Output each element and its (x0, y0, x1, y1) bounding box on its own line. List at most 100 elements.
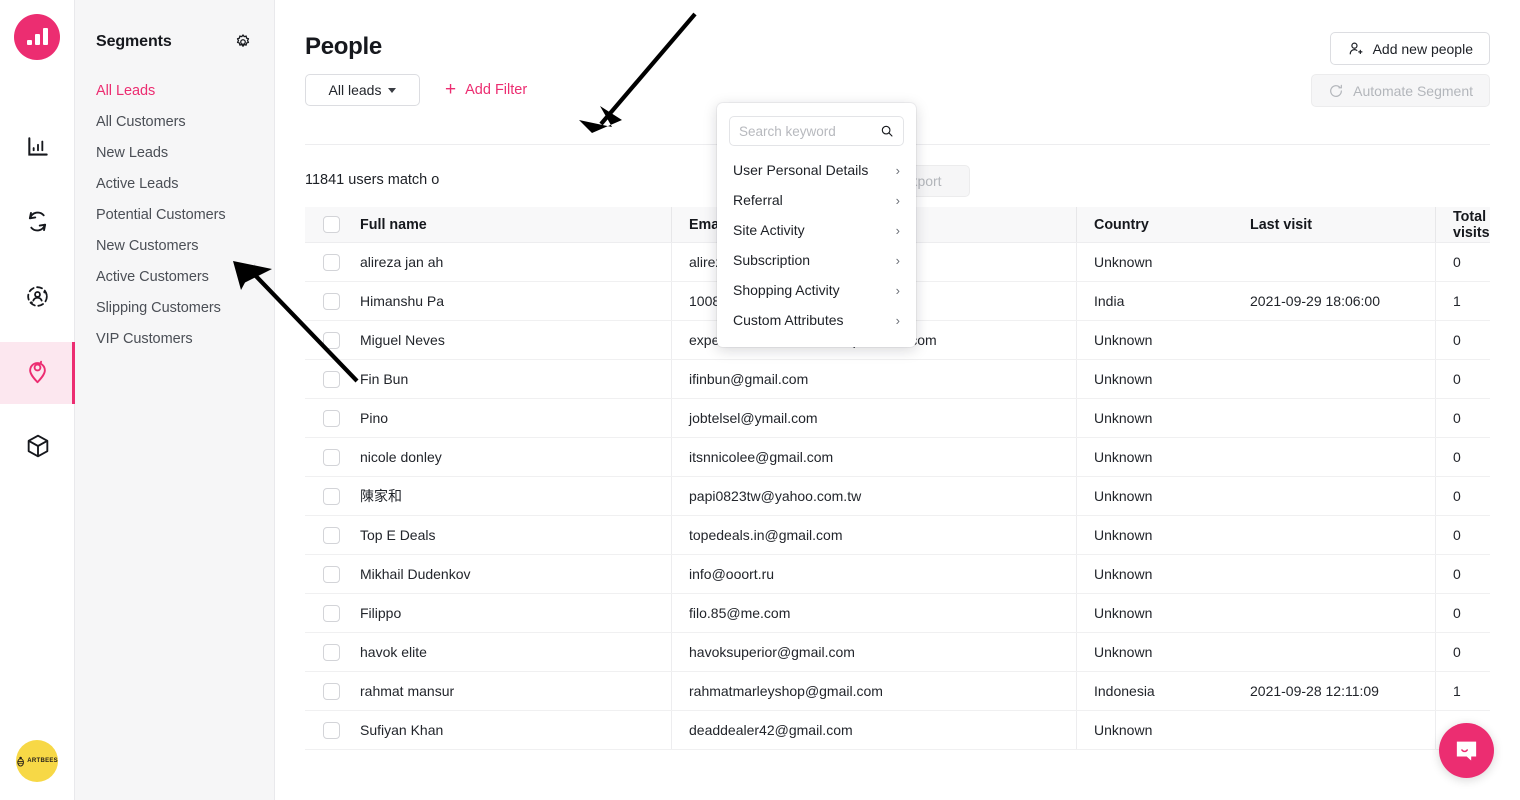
sync-refresh-icon (24, 208, 51, 240)
cell-full-name: Filippo (360, 605, 402, 621)
cell-total-visits: 0 (1435, 243, 1490, 281)
row-checkbox[interactable] (323, 643, 340, 661)
page-title: People (305, 33, 382, 60)
chevron-right-icon: › (895, 192, 900, 208)
filter-option-label: Subscription (733, 252, 811, 268)
add-filter-button[interactable]: + Add Filter (445, 80, 527, 99)
filter-option-label: Shopping Activity (733, 282, 840, 298)
table-row[interactable]: Sufiyan Khan deaddealer42@gmail.com Unknow… (305, 711, 1490, 750)
cell-email: papi0823tw@yahoo.com.tw (671, 477, 1076, 515)
search-input[interactable] (739, 123, 879, 139)
chevron-right-icon: › (895, 252, 900, 268)
intercom-launcher-button[interactable] (1439, 723, 1494, 778)
rail-item-products[interactable] (0, 417, 75, 479)
filter-option[interactable]: Referral › (717, 185, 916, 215)
cell-full-name: Sufiyan Khan (360, 722, 444, 738)
sidebar-item-active-leads[interactable]: Active Leads (96, 168, 253, 199)
gear-icon[interactable] (234, 33, 252, 51)
row-checkbox[interactable] (323, 292, 340, 310)
row-checkbox[interactable] (323, 253, 340, 271)
segments-title: Segments (96, 33, 172, 50)
column-header-country[interactable]: Country (1076, 207, 1233, 242)
select-all-cell (305, 216, 358, 233)
chevron-down-icon (388, 87, 397, 93)
rail-item-automation[interactable] (0, 193, 75, 255)
cell-full-name: nicole donley (360, 449, 442, 465)
filter-option[interactable]: Site Activity › (717, 215, 916, 245)
cell-full-name: alireza jan ah (360, 254, 444, 270)
cell-total-visits: 1 (1435, 282, 1490, 320)
row-checkbox[interactable] (323, 721, 340, 739)
table-row[interactable]: Filippo filo.85@me.com Unknown 0 (305, 594, 1490, 633)
column-header-full-name[interactable]: Full name (358, 217, 671, 233)
sidebar-item-vip-customers[interactable]: VIP Customers (96, 323, 253, 354)
users-match-summary: 11841 users match o (305, 172, 440, 188)
sidebar-item-new-leads[interactable]: New Leads (96, 137, 253, 168)
filter-option-label: Referral (733, 192, 783, 208)
table-row[interactable]: Mikhail Dudenkov info@ooort.ru Unknown 0 (305, 555, 1490, 594)
row-select-cell (305, 487, 358, 505)
row-select-cell (305, 565, 358, 583)
cell-country: India (1076, 282, 1233, 320)
cell-country: Unknown (1076, 321, 1233, 359)
row-checkbox[interactable] (323, 487, 340, 505)
rail-item-audience[interactable] (0, 268, 75, 330)
cell-full-name: havok elite (360, 644, 427, 660)
cube-box-icon (24, 432, 52, 465)
row-checkbox[interactable] (323, 526, 340, 544)
row-checkbox[interactable] (323, 331, 340, 349)
automate-segment-button[interactable]: Automate Segment (1311, 74, 1490, 107)
cell-last-visit: 2021-09-29 18:06:00 (1250, 293, 1380, 309)
segments-list: All Leads All Customers New Leads Active… (75, 75, 274, 354)
sidebar-item-new-customers[interactable]: New Customers (96, 230, 253, 261)
rail-item-analytics[interactable] (0, 118, 75, 180)
table-row[interactable]: havok elite havoksuperior@gmail.com Unknow… (305, 633, 1490, 672)
add-new-people-button[interactable]: Add new people (1329, 32, 1490, 65)
cell-total-visits: 0 (1435, 555, 1490, 593)
app-logo-icon[interactable] (14, 14, 60, 60)
rail-item-people[interactable] (0, 342, 75, 404)
sidebar-item-slipping-customers[interactable]: Slipping Customers (96, 292, 253, 323)
artbees-brand-badge[interactable]: ARTBEES (16, 740, 58, 782)
cell-full-name: Fin Bun (360, 371, 409, 387)
column-header-last-visit[interactable]: Last visit (1233, 217, 1435, 233)
row-select-cell (305, 682, 358, 700)
cell-full-name: Top E Deals (360, 527, 436, 543)
app-root: ARTBEES Segments All Leads All Customers… (0, 0, 1520, 800)
cell-full-name: Miguel Neves (360, 332, 445, 348)
table-row[interactable]: Top E Deals topedeals.in@gmail.com Unknown… (305, 516, 1490, 555)
filter-search-box[interactable] (729, 116, 904, 146)
row-select-cell (305, 448, 358, 466)
row-checkbox[interactable] (323, 409, 340, 427)
cell-country: Unknown (1076, 360, 1233, 398)
table-row[interactable]: rahmat mansur rahmatmarleyshop@gmail.com I… (305, 672, 1490, 711)
row-checkbox[interactable] (323, 370, 340, 388)
cell-total-visits: 0 (1435, 438, 1490, 476)
add-new-people-label: Add new people (1372, 40, 1473, 57)
filter-option[interactable]: User Personal Details › (717, 155, 916, 185)
segment-select-dropdown[interactable]: All leads (305, 74, 420, 106)
table-row[interactable]: nicole donley itsnnicolee@gmail.com Unknow… (305, 438, 1490, 477)
sidebar-item-active-customers[interactable]: Active Customers (96, 261, 253, 292)
chevron-right-icon: › (895, 312, 900, 328)
row-checkbox[interactable] (323, 604, 340, 622)
filter-option-label: User Personal Details (733, 162, 869, 178)
table-row[interactable]: 陳家和 papi0823tw@yahoo.com.tw Unknown 0 (305, 477, 1490, 516)
cell-country: Unknown (1076, 243, 1233, 281)
filter-option-label: Custom Attributes (733, 312, 844, 328)
cell-full-name: Mikhail Dudenkov (360, 566, 471, 582)
filter-option[interactable]: Subscription › (717, 245, 916, 275)
filter-option[interactable]: Custom Attributes › (717, 305, 916, 335)
column-header-total-visits[interactable]: Total visits (1435, 207, 1490, 242)
filter-option[interactable]: Shopping Activity › (717, 275, 916, 305)
sidebar-item-all-customers[interactable]: All Customers (96, 106, 253, 137)
row-checkbox[interactable] (323, 682, 340, 700)
select-all-checkbox[interactable] (323, 216, 340, 233)
sidebar-item-potential-customers[interactable]: Potential Customers (96, 199, 253, 230)
table-row[interactable]: Fin Bun ifinbun@gmail.com Unknown 0 (305, 360, 1490, 399)
row-checkbox[interactable] (323, 565, 340, 583)
cell-country: Unknown (1076, 438, 1233, 476)
sidebar-item-all-leads[interactable]: All Leads (96, 75, 253, 106)
row-checkbox[interactable] (323, 448, 340, 466)
table-row[interactable]: Pino jobtelsel@ymail.com Unknown 0 (305, 399, 1490, 438)
